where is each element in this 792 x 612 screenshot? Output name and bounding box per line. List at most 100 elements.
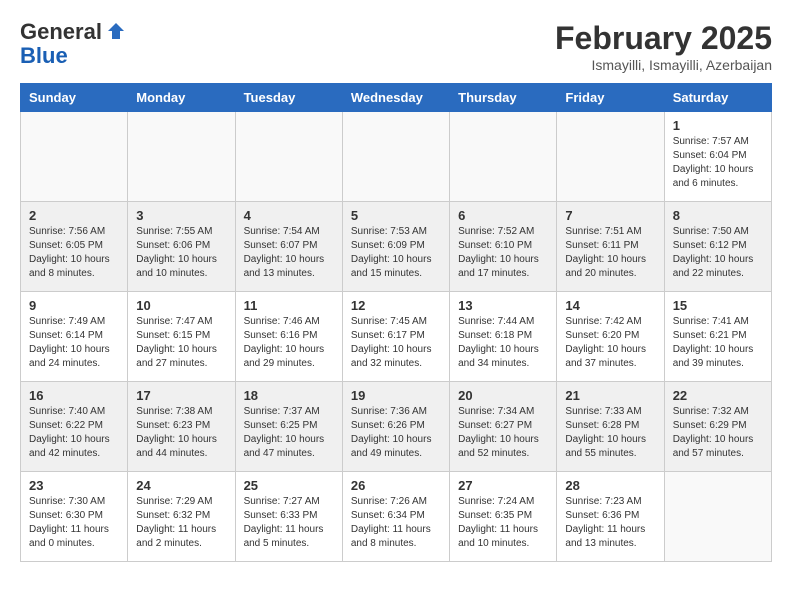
day-info: Sunrise: 7:53 AM Sunset: 6:09 PM Dayligh… (351, 225, 441, 281)
calendar-day-cell (450, 112, 557, 202)
day-number: 14 (565, 298, 655, 313)
calendar-day-cell: 15 Sunrise: 7:41 AM Sunset: 6:21 PM Dayli… (664, 292, 771, 382)
calendar-week-row: 2 Sunrise: 7:56 AM Sunset: 6:05 PM Daylig… (21, 202, 772, 292)
day-number: 18 (244, 388, 334, 403)
calendar-day-cell: 8 Sunrise: 7:50 AM Sunset: 6:12 PM Daylig… (664, 202, 771, 292)
calendar-day-cell: 6 Sunrise: 7:52 AM Sunset: 6:10 PM Daylig… (450, 202, 557, 292)
day-number: 11 (244, 298, 334, 313)
calendar-day-cell: 21 Sunrise: 7:33 AM Sunset: 6:28 PM Dayli… (557, 382, 664, 472)
day-number: 13 (458, 298, 548, 313)
day-number: 10 (136, 298, 226, 313)
day-info: Sunrise: 7:47 AM Sunset: 6:15 PM Dayligh… (136, 315, 226, 371)
day-number: 8 (673, 208, 763, 223)
day-info: Sunrise: 7:41 AM Sunset: 6:21 PM Dayligh… (673, 315, 763, 371)
day-number: 15 (673, 298, 763, 313)
day-info: Sunrise: 7:23 AM Sunset: 6:36 PM Dayligh… (565, 495, 655, 551)
day-info: Sunrise: 7:36 AM Sunset: 6:26 PM Dayligh… (351, 405, 441, 461)
calendar-day-cell (21, 112, 128, 202)
calendar-day-cell (664, 472, 771, 562)
day-number: 5 (351, 208, 441, 223)
calendar-day-cell: 24 Sunrise: 7:29 AM Sunset: 6:32 PM Dayli… (128, 472, 235, 562)
calendar-day-cell: 12 Sunrise: 7:45 AM Sunset: 6:17 PM Dayli… (342, 292, 449, 382)
day-info: Sunrise: 7:56 AM Sunset: 6:05 PM Dayligh… (29, 225, 119, 281)
logo-blue-text: Blue (20, 44, 68, 68)
weekday-header-sunday: Sunday (21, 84, 128, 112)
day-info: Sunrise: 7:57 AM Sunset: 6:04 PM Dayligh… (673, 135, 763, 191)
calendar-day-cell (128, 112, 235, 202)
day-number: 22 (673, 388, 763, 403)
weekday-header-tuesday: Tuesday (235, 84, 342, 112)
day-info: Sunrise: 7:27 AM Sunset: 6:33 PM Dayligh… (244, 495, 334, 551)
day-number: 2 (29, 208, 119, 223)
logo-icon (106, 21, 126, 41)
day-info: Sunrise: 7:42 AM Sunset: 6:20 PM Dayligh… (565, 315, 655, 371)
day-info: Sunrise: 7:32 AM Sunset: 6:29 PM Dayligh… (673, 405, 763, 461)
day-number: 20 (458, 388, 548, 403)
day-number: 7 (565, 208, 655, 223)
calendar-day-cell (342, 112, 449, 202)
weekday-header-thursday: Thursday (450, 84, 557, 112)
calendar-subtitle: Ismayilli, Ismayilli, Azerbaijan (555, 57, 772, 73)
day-info: Sunrise: 7:49 AM Sunset: 6:14 PM Dayligh… (29, 315, 119, 371)
day-info: Sunrise: 7:37 AM Sunset: 6:25 PM Dayligh… (244, 405, 334, 461)
calendar-day-cell: 14 Sunrise: 7:42 AM Sunset: 6:20 PM Dayli… (557, 292, 664, 382)
calendar-day-cell: 25 Sunrise: 7:27 AM Sunset: 6:33 PM Dayli… (235, 472, 342, 562)
calendar-day-cell: 7Sunrise: 7:51 AM Sunset: 6:11 PM Daylig… (557, 202, 664, 292)
calendar-day-cell: 2 Sunrise: 7:56 AM Sunset: 6:05 PM Daylig… (21, 202, 128, 292)
day-number: 17 (136, 388, 226, 403)
weekday-header-wednesday: Wednesday (342, 84, 449, 112)
weekday-header-friday: Friday (557, 84, 664, 112)
page-header: General Blue February 2025 Ismayilli, Is… (20, 20, 772, 73)
day-number: 26 (351, 478, 441, 493)
calendar-day-cell: 3Sunrise: 7:55 AM Sunset: 6:06 PM Daylig… (128, 202, 235, 292)
day-number: 4 (244, 208, 334, 223)
calendar-day-cell (557, 112, 664, 202)
calendar-day-cell: 17Sunrise: 7:38 AM Sunset: 6:23 PM Dayli… (128, 382, 235, 472)
day-number: 25 (244, 478, 334, 493)
calendar-day-cell: 23 Sunrise: 7:30 AM Sunset: 6:30 PM Dayli… (21, 472, 128, 562)
day-number: 9 (29, 298, 119, 313)
calendar-day-cell: 1 Sunrise: 7:57 AM Sunset: 6:04 PM Daylig… (664, 112, 771, 202)
calendar-day-cell: 9 Sunrise: 7:49 AM Sunset: 6:14 PM Daylig… (21, 292, 128, 382)
day-info: Sunrise: 7:34 AM Sunset: 6:27 PM Dayligh… (458, 405, 548, 461)
calendar-week-row: 9 Sunrise: 7:49 AM Sunset: 6:14 PM Daylig… (21, 292, 772, 382)
day-number: 28 (565, 478, 655, 493)
weekday-header-monday: Monday (128, 84, 235, 112)
day-number: 27 (458, 478, 548, 493)
day-number: 12 (351, 298, 441, 313)
day-number: 21 (565, 388, 655, 403)
day-info: Sunrise: 7:30 AM Sunset: 6:30 PM Dayligh… (29, 495, 119, 551)
weekday-header-saturday: Saturday (664, 84, 771, 112)
day-number: 3 (136, 208, 226, 223)
calendar-table: SundayMondayTuesdayWednesdayThursdayFrid… (20, 83, 772, 562)
day-info: Sunrise: 7:24 AM Sunset: 6:35 PM Dayligh… (458, 495, 548, 551)
day-info: Sunrise: 7:54 AM Sunset: 6:07 PM Dayligh… (244, 225, 334, 281)
header-row: SundayMondayTuesdayWednesdayThursdayFrid… (21, 84, 772, 112)
logo-general-text: General (20, 20, 102, 44)
calendar-day-cell: 20 Sunrise: 7:34 AM Sunset: 6:27 PM Dayli… (450, 382, 557, 472)
calendar-day-cell: 4 Sunrise: 7:54 AM Sunset: 6:07 PM Daylig… (235, 202, 342, 292)
day-info: Sunrise: 7:33 AM Sunset: 6:28 PM Dayligh… (565, 405, 655, 461)
day-info: Sunrise: 7:46 AM Sunset: 6:16 PM Dayligh… (244, 315, 334, 371)
calendar-week-row: 1 Sunrise: 7:57 AM Sunset: 6:04 PM Daylig… (21, 112, 772, 202)
calendar-day-cell: 5 Sunrise: 7:53 AM Sunset: 6:09 PM Daylig… (342, 202, 449, 292)
day-number: 6 (458, 208, 548, 223)
day-info: Sunrise: 7:29 AM Sunset: 6:32 PM Dayligh… (136, 495, 226, 551)
calendar-day-cell (235, 112, 342, 202)
calendar-day-cell: 13Sunrise: 7:44 AM Sunset: 6:18 PM Dayli… (450, 292, 557, 382)
day-number: 19 (351, 388, 441, 403)
day-number: 24 (136, 478, 226, 493)
title-section: February 2025 Ismayilli, Ismayilli, Azer… (555, 20, 772, 73)
logo: General Blue (20, 20, 126, 68)
calendar-day-cell: 28 Sunrise: 7:23 AM Sunset: 6:36 PM Dayli… (557, 472, 664, 562)
calendar-day-cell: 16Sunrise: 7:40 AM Sunset: 6:22 PM Dayli… (21, 382, 128, 472)
day-info: Sunrise: 7:52 AM Sunset: 6:10 PM Dayligh… (458, 225, 548, 281)
day-info: Sunrise: 7:45 AM Sunset: 6:17 PM Dayligh… (351, 315, 441, 371)
day-number: 1 (673, 118, 763, 133)
calendar-day-cell: 11 Sunrise: 7:46 AM Sunset: 6:16 PM Dayli… (235, 292, 342, 382)
day-info: Sunrise: 7:50 AM Sunset: 6:12 PM Dayligh… (673, 225, 763, 281)
calendar-week-row: 16Sunrise: 7:40 AM Sunset: 6:22 PM Dayli… (21, 382, 772, 472)
calendar-day-cell: 19 Sunrise: 7:36 AM Sunset: 6:26 PM Dayli… (342, 382, 449, 472)
day-number: 23 (29, 478, 119, 493)
day-info: Sunrise: 7:40 AM Sunset: 6:22 PM Dayligh… (29, 405, 119, 461)
